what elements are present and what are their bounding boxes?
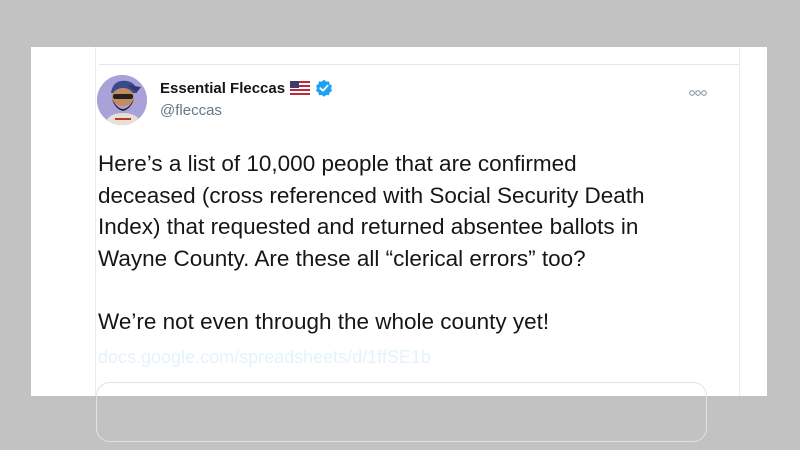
tweet-text-line: Index) that requested and returned absen… [98,214,639,239]
tweet-link[interactable]: docs.google.com/spreadsheets/d/1ffSE1b [98,347,431,368]
user-handle[interactable]: @fleccas [160,102,222,119]
tweet-text-line: Wayne County. Are these all “clerical er… [98,245,586,271]
tweet-frame-right-border [739,47,740,396]
tweet-frame-left-border [95,47,96,396]
tweet-text-line: Here’s a list of 10,000 people that are … [98,151,577,176]
tweet-frame-top-border [99,64,739,65]
tweet-text-line: deceased (cross referenced with Social S… [98,182,645,208]
avatar[interactable] [97,75,147,125]
avatar-illustration [97,75,147,125]
tweet-body: Here’s a list of 10,000 people that are … [98,148,718,337]
link-preview-card[interactable] [96,382,707,442]
verified-badge-icon [315,79,333,97]
author-name-row: Essential Fleccas [160,79,333,97]
display-name[interactable]: Essential Fleccas [160,80,285,97]
more-options-icon[interactable] [688,84,708,96]
flag-usa-icon [290,81,311,95]
tweet-text-line: We’re not even through the whole county … [98,308,550,334]
